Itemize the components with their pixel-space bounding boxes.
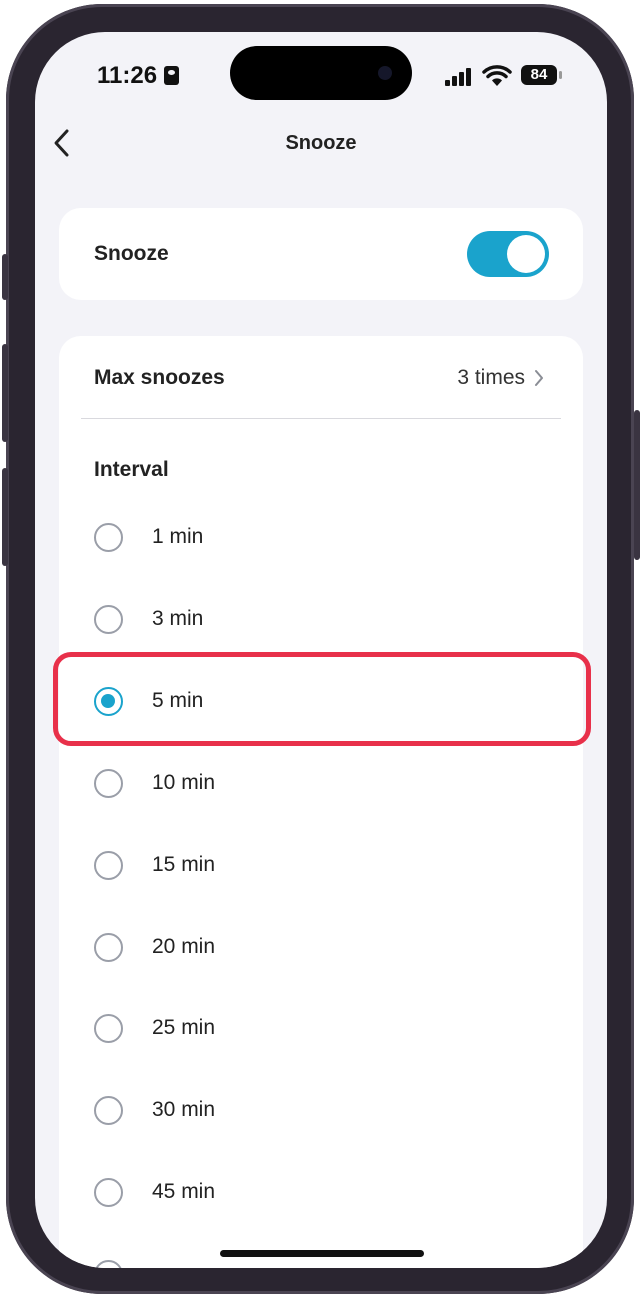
radio-unselected-icon xyxy=(94,1178,123,1207)
power-button xyxy=(634,410,640,560)
volume-up-button xyxy=(2,344,8,442)
max-snoozes-row[interactable]: Max snoozes 3 times xyxy=(59,336,583,418)
volume-down-button xyxy=(2,468,8,566)
interval-option-25-min[interactable]: 25 min xyxy=(59,999,583,1063)
interval-option-45-min[interactable]: 45 min xyxy=(59,1163,583,1227)
max-snoozes-value: 3 times xyxy=(457,366,525,389)
cellular-signal-icon xyxy=(445,68,471,86)
battery-tip xyxy=(559,71,562,79)
option-label: 5 min xyxy=(152,689,204,712)
interval-label: Interval xyxy=(94,458,169,481)
screen: 11:26 84 Snooze Snooze Max snoozes 3 tim… xyxy=(35,32,607,1268)
battery-level: 84 xyxy=(530,66,548,83)
radio-unselected-icon xyxy=(94,523,123,552)
radio-unselected-icon xyxy=(94,1096,123,1125)
option-label: 15 min xyxy=(152,853,216,876)
radio-unselected-icon xyxy=(94,851,123,880)
interval-option-3-min[interactable]: 3 min xyxy=(59,590,583,654)
radio-unselected-icon xyxy=(94,1014,123,1043)
radio-selected-icon xyxy=(94,687,123,716)
radio-unselected-icon xyxy=(94,769,123,798)
snooze-card: Snooze xyxy=(59,208,583,300)
option-label: 25 min xyxy=(152,1016,216,1039)
radio-unselected-icon xyxy=(94,605,123,634)
snooze-toggle[interactable] xyxy=(467,231,549,277)
action-button xyxy=(2,254,8,300)
interval-option-20-min[interactable]: 20 min xyxy=(59,918,583,982)
divider xyxy=(81,418,561,419)
max-snoozes-label: Max snoozes xyxy=(94,366,225,389)
option-label: 45 min xyxy=(152,1180,216,1203)
camera-icon xyxy=(378,66,392,80)
radio-unselected-icon xyxy=(94,1260,123,1268)
home-indicator xyxy=(220,1250,424,1257)
option-label: 3 min xyxy=(152,607,204,630)
option-label: 1 min xyxy=(152,525,204,548)
option-label: 20 min xyxy=(152,935,216,958)
toggle-knob xyxy=(507,235,545,273)
page-title: Snooze xyxy=(285,132,357,154)
option-label: 10 min xyxy=(152,771,216,794)
interval-option-15-min[interactable]: 15 min xyxy=(59,836,583,900)
interval-option-30-min[interactable]: 30 min xyxy=(59,1081,583,1145)
contact-card-icon xyxy=(164,66,179,85)
dynamic-island xyxy=(230,46,412,100)
interval-option-1-min[interactable]: 1 min xyxy=(59,508,583,572)
status-time: 11:26 xyxy=(97,62,158,89)
snooze-label: Snooze xyxy=(94,242,169,265)
snooze-options-card: Max snoozes 3 times Interval 1 min 3 min… xyxy=(59,336,583,1268)
interval-option-10-min[interactable]: 10 min xyxy=(59,754,583,818)
option-label: 30 min xyxy=(152,1098,216,1121)
battery-icon: 84 xyxy=(521,65,557,85)
chevron-right-icon xyxy=(535,370,543,386)
interval-option-5-min[interactable]: 5 min xyxy=(59,672,583,736)
wifi-icon xyxy=(482,65,512,86)
radio-unselected-icon xyxy=(94,933,123,962)
